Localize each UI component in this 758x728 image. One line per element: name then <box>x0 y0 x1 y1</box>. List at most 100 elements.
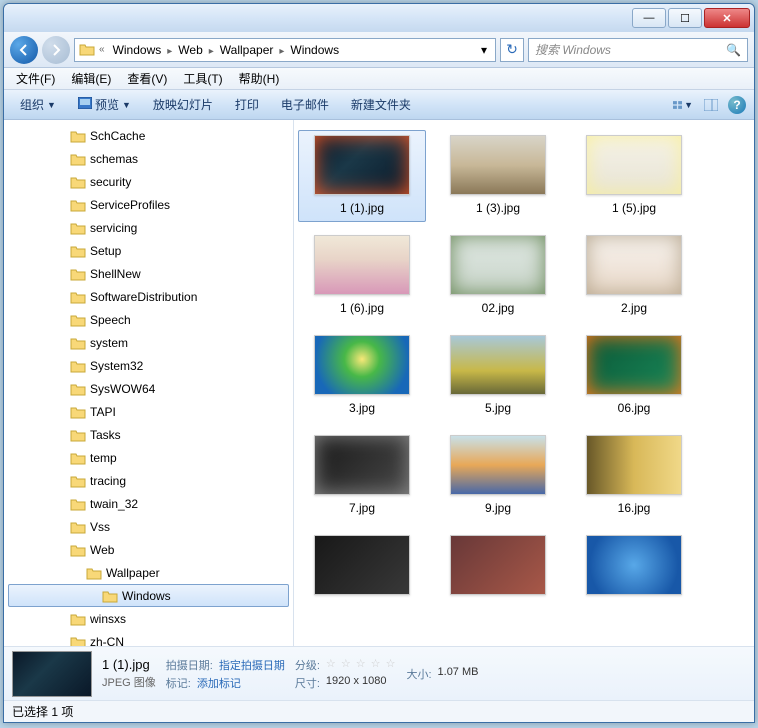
email-button[interactable]: 电子邮件 <box>273 93 337 116</box>
tree-item[interactable]: winsxs <box>4 607 293 630</box>
preview-button[interactable]: 预览▼ <box>70 93 139 116</box>
toolbar: 组织▼ 预览▼ 放映幻灯片 打印 电子邮件 新建文件夹 ▼ ? <box>4 90 754 120</box>
menu-item[interactable]: 编辑(E) <box>63 68 119 89</box>
tree-item[interactable]: twain_32 <box>4 492 293 515</box>
details-date-value[interactable]: 指定拍摄日期 <box>219 657 285 673</box>
menu-item[interactable]: 帮助(H) <box>231 68 288 89</box>
file-item[interactable]: 1 (1).jpg <box>298 130 426 222</box>
new-folder-button[interactable]: 新建文件夹 <box>343 93 419 116</box>
rating-stars[interactable]: ☆ ☆ ☆ ☆ ☆ <box>326 657 397 673</box>
status-text: 已选择 1 项 <box>12 703 73 720</box>
file-label: 9.jpg <box>481 499 515 517</box>
details-tag-value[interactable]: 添加标记 <box>197 675 241 691</box>
tree-item[interactable]: SysWOW64 <box>4 377 293 400</box>
tree-item[interactable]: Setup <box>4 239 293 262</box>
file-label: 1 (6).jpg <box>336 299 388 317</box>
file-item[interactable]: 02.jpg <box>434 230 562 322</box>
print-button[interactable]: 打印 <box>227 93 267 116</box>
tree-item-label: Wallpaper <box>106 566 160 580</box>
folder-icon <box>70 405 86 419</box>
minimize-button[interactable]: — <box>632 8 666 28</box>
tree-item-label: Speech <box>90 313 131 327</box>
tree-item[interactable]: TAPI <box>4 400 293 423</box>
forward-button[interactable] <box>42 36 70 64</box>
breadcrumb-segment[interactable]: Web <box>174 43 206 57</box>
details-filetype: JPEG 图像 <box>102 674 156 690</box>
preview-pane-button[interactable] <box>700 95 722 115</box>
tree-item[interactable]: system <box>4 331 293 354</box>
file-item[interactable]: 06.jpg <box>570 330 698 422</box>
help-button[interactable]: ? <box>728 96 746 114</box>
navigation-bar: « Windows▸Web▸Wallpaper▸Windows ▾ ↻ 搜索 W… <box>4 32 754 68</box>
file-item[interactable] <box>434 530 562 608</box>
file-item[interactable]: 1 (3).jpg <box>434 130 562 222</box>
file-item[interactable]: 5.jpg <box>434 330 562 422</box>
thumbnail-image <box>450 335 546 395</box>
tree-item[interactable]: Web <box>4 538 293 561</box>
tree-item[interactable]: tracing <box>4 469 293 492</box>
file-label: 5.jpg <box>481 399 515 417</box>
file-item[interactable]: 7.jpg <box>298 430 426 522</box>
tree-item[interactable]: zh-CN <box>4 630 293 646</box>
address-bar[interactable]: « Windows▸Web▸Wallpaper▸Windows ▾ <box>74 38 496 62</box>
file-item[interactable]: 1 (5).jpg <box>570 130 698 222</box>
close-button[interactable]: ✕ <box>704 8 750 28</box>
address-dropdown-icon[interactable]: ▾ <box>477 43 491 57</box>
tree-item[interactable]: System32 <box>4 354 293 377</box>
folder-icon <box>70 290 86 304</box>
breadcrumb-segment[interactable]: Windows <box>109 43 166 57</box>
folder-icon <box>70 382 86 396</box>
file-item[interactable]: 16.jpg <box>570 430 698 522</box>
tree-item[interactable]: security <box>4 170 293 193</box>
tree-item[interactable]: Speech <box>4 308 293 331</box>
menu-item[interactable]: 查看(V) <box>119 68 175 89</box>
organize-button[interactable]: 组织▼ <box>12 93 64 116</box>
tree-item[interactable]: SoftwareDistribution <box>4 285 293 308</box>
tree-item[interactable]: schemas <box>4 147 293 170</box>
tree-item[interactable]: ShellNew <box>4 262 293 285</box>
thumbnail-image <box>586 335 682 395</box>
file-item[interactable]: 1 (6).jpg <box>298 230 426 322</box>
back-button[interactable] <box>10 36 38 64</box>
file-item[interactable] <box>298 530 426 608</box>
search-input[interactable]: 搜索 Windows 🔍 <box>528 38 748 62</box>
thumbnail-image <box>314 335 410 395</box>
tree-item[interactable]: SchCache <box>4 124 293 147</box>
tree-item-label: security <box>90 175 131 189</box>
file-item[interactable]: 3.jpg <box>298 330 426 422</box>
file-item[interactable]: 9.jpg <box>434 430 562 522</box>
details-tag-label: 标记: <box>166 675 191 691</box>
search-icon[interactable]: 🔍 <box>726 43 741 57</box>
file-item[interactable] <box>570 530 698 608</box>
refresh-button[interactable]: ↻ <box>500 38 524 62</box>
view-mode-button[interactable]: ▼ <box>672 95 694 115</box>
folder-icon <box>70 313 86 327</box>
tree-item[interactable]: servicing <box>4 216 293 239</box>
thumbnail-image <box>450 435 546 495</box>
tree-item-label: SchCache <box>90 129 145 143</box>
breadcrumb-segment[interactable]: Windows <box>286 43 343 57</box>
breadcrumb-segment[interactable]: Wallpaper <box>216 43 278 57</box>
preview-icon <box>78 97 92 112</box>
maximize-button[interactable]: ☐ <box>668 8 702 28</box>
titlebar[interactable]: — ☐ ✕ <box>4 4 754 32</box>
tree-item[interactable]: ServiceProfiles <box>4 193 293 216</box>
thumbnail-image <box>314 235 410 295</box>
menu-item[interactable]: 工具(T) <box>175 68 230 89</box>
tree-item-label: ShellNew <box>90 267 141 281</box>
slideshow-button[interactable]: 放映幻灯片 <box>145 93 221 116</box>
folder-icon <box>70 359 86 373</box>
tree-item[interactable]: Vss <box>4 515 293 538</box>
tree-item-label: TAPI <box>90 405 116 419</box>
menu-bar: 文件(F)编辑(E)查看(V)工具(T)帮助(H) <box>4 68 754 90</box>
tree-item[interactable]: Windows <box>8 584 289 607</box>
content-body: SchCache schemas security ServiceProfilesse… <box>4 120 754 646</box>
file-list[interactable]: 1 (1).jpg1 (3).jpg1 (5).jpg 1 (6).jpg 02.j… <box>294 120 754 646</box>
menu-item[interactable]: 文件(F) <box>8 68 63 89</box>
tree-item[interactable]: Wallpaper <box>4 561 293 584</box>
file-item[interactable]: 2.jpg <box>570 230 698 322</box>
folder-icon <box>70 267 86 281</box>
tree-item[interactable]: Tasks <box>4 423 293 446</box>
tree-item[interactable]: temp <box>4 446 293 469</box>
folder-tree[interactable]: SchCache schemas security ServiceProfilesse… <box>4 120 294 646</box>
